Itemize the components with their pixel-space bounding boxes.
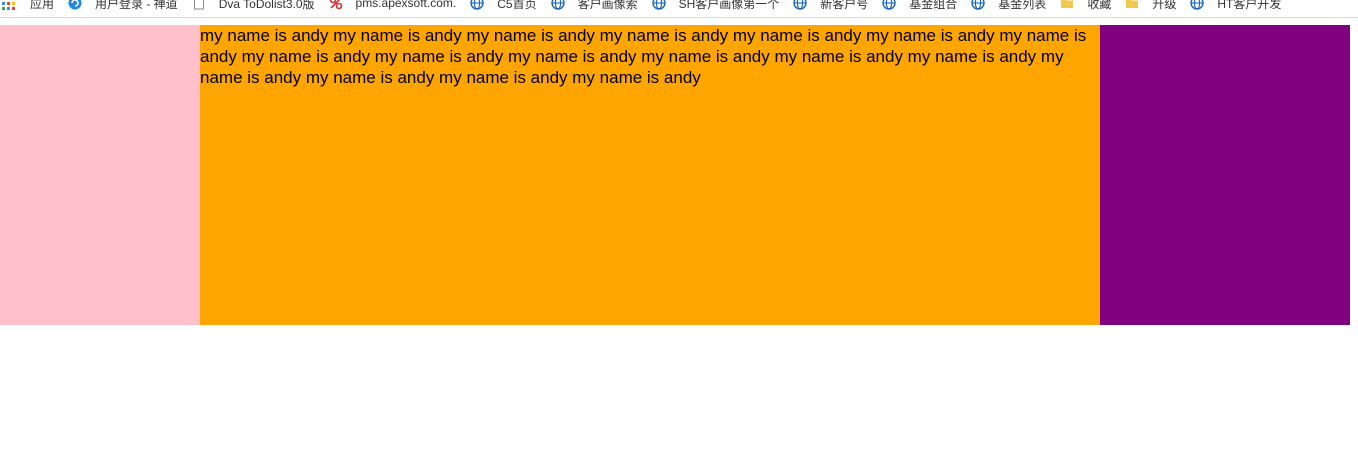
folder-icon <box>1125 0 1139 10</box>
bookmark-label: Dva ToDolist3.0版 <box>218 0 315 11</box>
center-column: my name is andy my name is andy my name … <box>200 25 1100 325</box>
globe-icon <box>651 0 666 10</box>
bookmark-label: 升级 <box>1152 0 1177 11</box>
globe-icon <box>550 0 565 10</box>
bookmark-label: C5首页 <box>497 0 537 11</box>
bookmark-label: 客户画像索 <box>577 0 638 11</box>
bookmark-item[interactable]: 新客户号 <box>793 0 868 13</box>
globe-icon <box>882 0 896 10</box>
folder-icon <box>1060 0 1074 10</box>
bookmark-label: 用户登录 - 禅道 <box>95 0 178 11</box>
left-column <box>0 25 200 325</box>
bookmark-item[interactable]: 基金组合 <box>882 0 957 13</box>
page-icon <box>192 0 206 10</box>
globe-icon <box>971 0 985 10</box>
bookmark-label: 基金组合 <box>909 0 958 11</box>
bookmarks-row: 应用 用户登录 - 禅道 Dva ToDolist3.0版 pms.apexsoft… <box>0 0 1295 13</box>
bookmark-label: 基金列表 <box>998 0 1047 11</box>
apps-grid-icon <box>2 0 15 10</box>
right-column <box>1100 25 1350 325</box>
bookmark-item[interactable]: 客户画像索 <box>550 0 638 13</box>
apps-shortcut[interactable]: 应用 <box>0 0 54 13</box>
bookmarks-bar: 应用 用户登录 - 禅道 Dva ToDolist3.0版 pms.apexsoft… <box>0 0 1358 18</box>
bookmark-label: 新客户号 <box>820 0 869 11</box>
bookmark-item[interactable]: pms.apexsoft.com. <box>329 0 457 13</box>
bookmark-item[interactable]: 基金列表 <box>971 0 1046 13</box>
bookmark-item[interactable]: 升级 <box>1125 0 1176 13</box>
bookmark-item[interactable]: SH客户画像第一个 <box>651 0 780 13</box>
bookmark-label: SH客户画像第一个 <box>678 0 780 11</box>
three-column-layout: my name is andy my name is andy my name … <box>0 25 1350 325</box>
apexsoft-icon <box>329 0 343 10</box>
bookmark-item[interactable]: 收藏 <box>1060 0 1111 13</box>
bookmark-label: pms.apexsoft.com. <box>355 0 457 10</box>
bookmark-item[interactable]: C5首页 <box>470 0 537 13</box>
globe-icon <box>470 0 484 10</box>
bookmark-label: 收藏 <box>1087 0 1112 11</box>
bookmark-item[interactable]: HT客户开发 <box>1190 0 1281 13</box>
bookmark-label: HT客户开发 <box>1217 0 1282 11</box>
globe-icon <box>793 0 807 10</box>
globe-icon <box>1190 0 1205 10</box>
center-text: my name is andy my name is andy my name … <box>200 26 1087 87</box>
bookmark-item[interactable]: 用户登录 - 禅道 <box>68 0 178 13</box>
apps-label: 应用 <box>30 0 55 11</box>
chandao-icon <box>68 0 82 10</box>
bookmark-item[interactable]: Dva ToDolist3.0版 <box>192 0 315 13</box>
